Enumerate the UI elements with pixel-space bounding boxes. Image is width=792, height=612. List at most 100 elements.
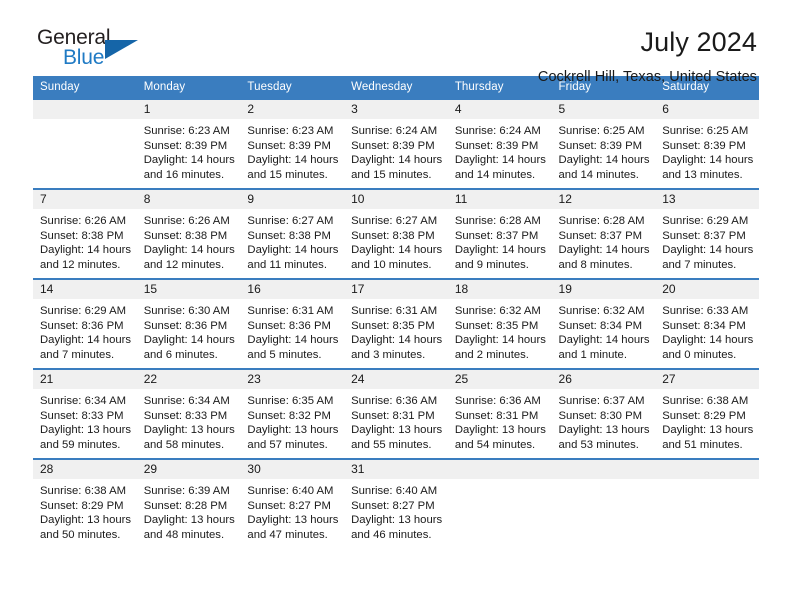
logo-text-blue: Blue (63, 46, 105, 69)
day-detail-line: and 55 minutes. (351, 438, 432, 451)
calendar-day-cell[interactable]: 12 Sunrise: 6:28 AM Sunset: 8:37 PM Dayligh… (551, 188, 656, 279)
day-detail-line: Sunset: 8:27 PM (351, 499, 435, 512)
calendar-day-cell[interactable]: 2 Sunrise: 6:23 AM Sunset: 8:39 PM Daylight… (240, 98, 345, 189)
day-details: Sunrise: 6:27 AM Sunset: 8:38 PM Daylight:… (344, 209, 448, 272)
day-number: 22 (136, 370, 241, 389)
calendar-day-cell[interactable]: 11 Sunrise: 6:28 AM Sunset: 8:37 PM Dayligh… (447, 188, 552, 279)
day-detail-line: and 6 minutes. (143, 348, 218, 361)
weekday-header-wednesday: Wednesday (344, 76, 448, 99)
day-details: Sunrise: 6:29 AM Sunset: 8:37 PM Daylight:… (655, 209, 759, 272)
day-detail-line: Sunset: 8:29 PM (40, 499, 124, 512)
day-number: 2 (240, 100, 345, 119)
day-details: Sunrise: 6:34 AM Sunset: 8:33 PM Daylight:… (33, 389, 137, 452)
calendar-day-cell[interactable]: 1 Sunrise: 6:23 AM Sunset: 8:39 PM Daylight… (136, 98, 241, 189)
day-details: Sunrise: 6:29 AM Sunset: 8:36 PM Daylight:… (33, 299, 137, 362)
calendar-day-cell[interactable]: 22 Sunrise: 6:34 AM Sunset: 8:33 PM Dayligh… (136, 368, 241, 459)
calendar-day-cell[interactable]: 20 Sunrise: 6:33 AM Sunset: 8:34 PM Dayligh… (655, 278, 759, 369)
day-detail-line: Daylight: 14 hours (143, 154, 235, 167)
calendar-day-cell[interactable]: 14 Sunrise: 6:29 AM Sunset: 8:36 PM Dayligh… (33, 278, 137, 369)
day-details (655, 479, 759, 484)
calendar-day-cell[interactable]: 17 Sunrise: 6:31 AM Sunset: 8:35 PM Dayligh… (344, 278, 448, 369)
day-details (552, 479, 656, 484)
day-detail-line: and 16 minutes. (143, 168, 225, 181)
day-detail-line: Sunrise: 6:40 AM (351, 485, 438, 497)
day-detail-line: Sunset: 8:36 PM (40, 319, 124, 332)
day-detail-line: Sunrise: 6:24 AM (351, 125, 438, 137)
calendar-day-cell[interactable]: 8 Sunrise: 6:26 AM Sunset: 8:38 PM Daylight… (136, 188, 241, 279)
calendar-day-cell[interactable]: 21 Sunrise: 6:34 AM Sunset: 8:33 PM Dayligh… (33, 368, 137, 459)
day-detail-line: and 50 minutes. (40, 528, 121, 541)
day-details: Sunrise: 6:34 AM Sunset: 8:33 PM Daylight:… (137, 389, 241, 452)
day-detail-line: Sunset: 8:38 PM (351, 229, 435, 242)
weekday-header-thursday: Thursday (447, 76, 552, 99)
day-number: 23 (240, 370, 345, 389)
day-detail-line: Sunrise: 6:26 AM (40, 215, 127, 227)
day-detail-line: and 48 minutes. (143, 528, 225, 541)
calendar-day-cell[interactable]: 19 Sunrise: 6:32 AM Sunset: 8:34 PM Dayligh… (551, 278, 656, 369)
day-details: Sunrise: 6:40 AM Sunset: 8:27 PM Daylight:… (344, 479, 448, 542)
day-detail-line: Sunset: 8:39 PM (558, 139, 643, 152)
day-detail-line: and 5 minutes. (247, 348, 322, 361)
day-number (33, 100, 137, 119)
day-detail-line: Sunrise: 6:38 AM (40, 485, 127, 497)
calendar-day-cell[interactable]: 7 Sunrise: 6:26 AM Sunset: 8:38 PM Daylight… (33, 188, 137, 279)
calendar-day-cell[interactable]: 25 Sunrise: 6:36 AM Sunset: 8:31 PM Dayligh… (447, 368, 552, 459)
day-detail-line: Sunrise: 6:28 AM (454, 215, 541, 227)
day-number: 12 (551, 190, 656, 209)
day-number: 4 (447, 100, 552, 119)
day-number: 14 (33, 280, 137, 299)
calendar-page: General Blue July 2024 Cockrell Hill, Te… (0, 0, 792, 612)
day-detail-line: and 51 minutes. (662, 438, 743, 451)
day-detail-line: and 14 minutes. (454, 168, 536, 181)
day-detail-line: and 10 minutes. (351, 258, 432, 271)
calendar-day-cell[interactable]: 13 Sunrise: 6:29 AM Sunset: 8:37 PM Dayligh… (655, 188, 759, 279)
day-detail-line: Daylight: 14 hours (143, 244, 235, 257)
calendar-body: 1 Sunrise: 6:23 AM Sunset: 8:39 PM Daylight… (33, 98, 759, 549)
calendar-day-cell[interactable]: 5 Sunrise: 6:25 AM Sunset: 8:39 PM Daylight… (551, 98, 656, 189)
day-detail-line: Daylight: 14 hours (454, 334, 546, 347)
calendar-day-cell[interactable]: 6 Sunrise: 6:25 AM Sunset: 8:39 PM Daylight… (655, 98, 759, 189)
calendar-day-cell[interactable]: 30 Sunrise: 6:40 AM Sunset: 8:27 PM Dayligh… (240, 458, 345, 549)
day-detail-line: Sunset: 8:31 PM (351, 409, 435, 422)
day-detail-line: Sunrise: 6:31 AM (247, 305, 334, 317)
calendar-day-cell[interactable]: 26 Sunrise: 6:37 AM Sunset: 8:30 PM Dayligh… (551, 368, 656, 459)
day-number: 24 (344, 370, 448, 389)
day-details (33, 119, 137, 124)
calendar-day-cell[interactable]: 27 Sunrise: 6:38 AM Sunset: 8:29 PM Dayligh… (655, 368, 759, 459)
day-detail-line: Sunset: 8:28 PM (143, 499, 228, 512)
calendar-day-cell[interactable]: 31 Sunrise: 6:40 AM Sunset: 8:27 PM Dayligh… (344, 458, 448, 549)
calendar-day-cell[interactable]: 18 Sunrise: 6:32 AM Sunset: 8:35 PM Dayligh… (447, 278, 552, 369)
day-detail-line: Daylight: 13 hours (247, 424, 339, 437)
calendar-day-cell[interactable]: 23 Sunrise: 6:35 AM Sunset: 8:32 PM Dayligh… (240, 368, 345, 459)
day-number: 13 (655, 190, 759, 209)
day-details: Sunrise: 6:24 AM Sunset: 8:39 PM Daylight:… (448, 119, 552, 182)
calendar-day-cell[interactable]: 4 Sunrise: 6:24 AM Sunset: 8:39 PM Daylight… (447, 98, 552, 189)
day-detail-line: Daylight: 13 hours (40, 424, 132, 437)
day-detail-line: Sunrise: 6:26 AM (143, 215, 230, 227)
day-detail-line: Sunrise: 6:34 AM (40, 395, 127, 407)
calendar-day-cell[interactable]: 15 Sunrise: 6:30 AM Sunset: 8:36 PM Dayligh… (136, 278, 241, 369)
calendar-day-cell[interactable]: 16 Sunrise: 6:31 AM Sunset: 8:36 PM Dayligh… (240, 278, 345, 369)
calendar-day-cell[interactable]: 3 Sunrise: 6:24 AM Sunset: 8:39 PM Daylight… (344, 98, 448, 189)
calendar-day-cell[interactable]: 28 Sunrise: 6:38 AM Sunset: 8:29 PM Dayligh… (33, 458, 137, 549)
calendar-day-cell[interactable]: 29 Sunrise: 6:39 AM Sunset: 8:28 PM Dayligh… (136, 458, 241, 549)
weekday-header-sunday: Sunday (33, 76, 137, 99)
day-detail-line: and 47 minutes. (247, 528, 328, 541)
day-detail-line: Daylight: 13 hours (247, 514, 339, 527)
calendar-day-cell[interactable]: 24 Sunrise: 6:36 AM Sunset: 8:31 PM Dayligh… (344, 368, 448, 459)
day-detail-line: Sunrise: 6:32 AM (558, 305, 645, 317)
day-details: Sunrise: 6:26 AM Sunset: 8:38 PM Daylight:… (137, 209, 241, 272)
day-detail-line: Daylight: 14 hours (662, 334, 754, 347)
calendar-week-row: 7 Sunrise: 6:26 AM Sunset: 8:38 PM Daylight… (33, 188, 759, 279)
calendar-day-cell[interactable]: 9 Sunrise: 6:27 AM Sunset: 8:38 PM Daylight… (240, 188, 345, 279)
day-detail-line: Sunset: 8:39 PM (662, 139, 746, 152)
day-number: 18 (447, 280, 552, 299)
day-detail-line: Sunrise: 6:33 AM (662, 305, 749, 317)
day-detail-line: Daylight: 14 hours (351, 244, 443, 257)
day-detail-line: Daylight: 14 hours (558, 244, 650, 257)
day-details (448, 479, 552, 484)
day-detail-line: Daylight: 14 hours (247, 244, 339, 257)
day-number: 9 (240, 190, 345, 209)
calendar-day-cell[interactable]: 10 Sunrise: 6:27 AM Sunset: 8:38 PM Dayligh… (344, 188, 448, 279)
general-blue-logo: General Blue (33, 26, 213, 78)
